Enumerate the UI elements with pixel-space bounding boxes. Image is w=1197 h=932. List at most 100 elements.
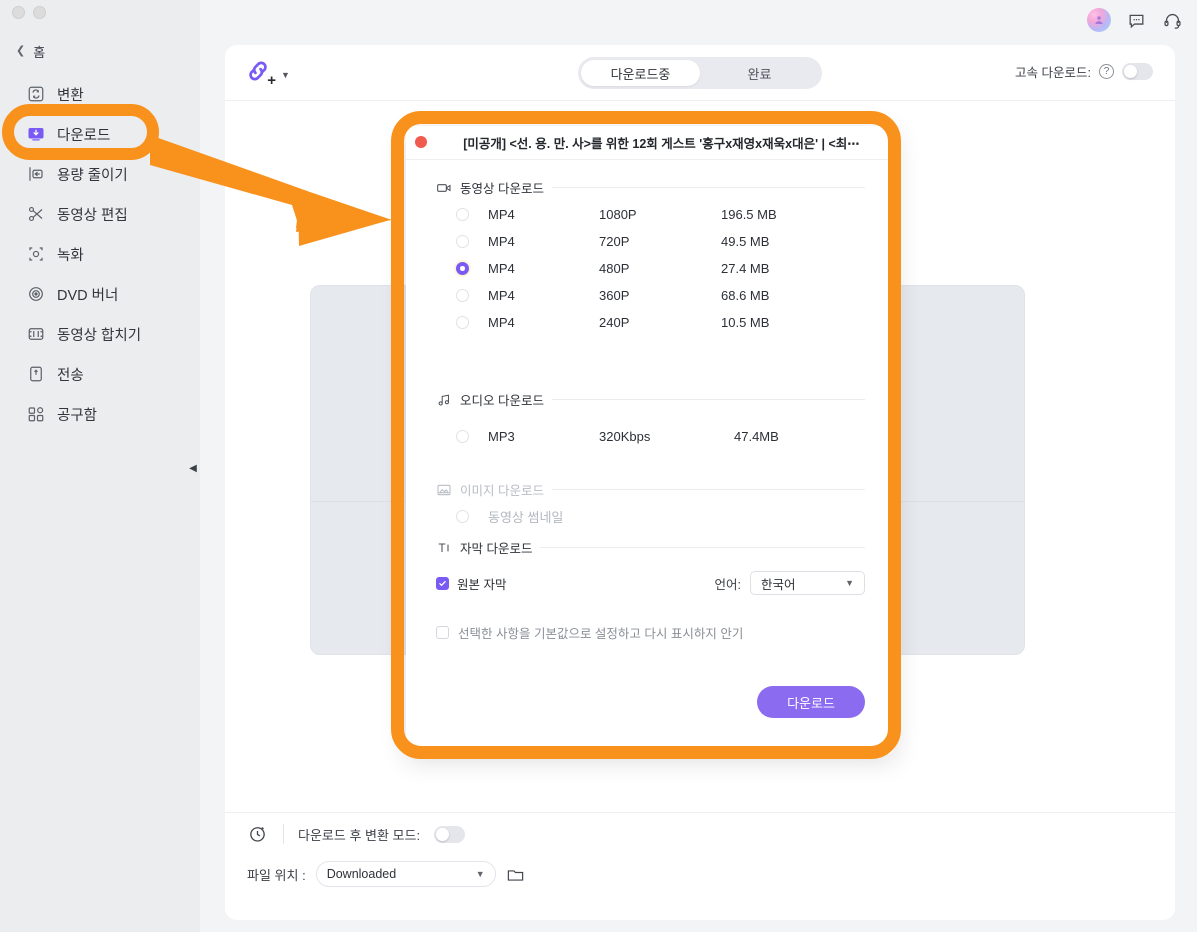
format-label: MP4	[488, 207, 515, 222]
video-section-title: 동영상 다운로드	[460, 182, 544, 196]
sidebar-item-transfer[interactable]: 전송	[0, 354, 200, 394]
convert-after-download-row: 다운로드 후 변환 모드:	[247, 823, 466, 845]
divider	[551, 187, 865, 188]
sidebar-item-label: 전송	[57, 367, 84, 384]
toolbox-icon	[26, 405, 45, 424]
avatar[interactable]	[1087, 8, 1111, 32]
main-footer: 다운로드 후 변환 모드: 파일 위치 : Downloaded ▼	[225, 812, 1175, 920]
sidebar-item-label: 공구함	[57, 407, 98, 424]
sidebar-item-download[interactable]: 다운로드	[0, 114, 200, 154]
radio-button[interactable]	[456, 316, 469, 329]
record-icon	[26, 245, 45, 264]
window-maximize-button[interactable]	[33, 6, 46, 19]
transfer-icon	[26, 365, 45, 384]
checkbox[interactable]	[436, 576, 449, 590]
question-mark-icon[interactable]: ?	[1099, 64, 1114, 79]
size-label: 47.4MB	[734, 429, 779, 444]
home-back-button[interactable]: ❮ 홈	[16, 42, 45, 61]
radio-button[interactable]	[456, 262, 469, 275]
radio-button[interactable]	[456, 208, 469, 221]
subtitle-text-icon	[436, 540, 452, 556]
chevron-down-icon: ▼	[845, 578, 854, 588]
sidebar-item-convert[interactable]: 변환	[0, 74, 200, 114]
window-controls	[12, 6, 46, 19]
sidebar-collapse-button[interactable]: ◀	[185, 455, 201, 481]
home-label: 홈	[33, 45, 46, 60]
main-header: + ▼ 다운로드중 완료 고속 다운로드: ?	[225, 45, 1175, 101]
sidebar-item-record[interactable]: 녹화	[0, 234, 200, 274]
music-note-icon	[436, 392, 452, 408]
size-label: 196.5 MB	[721, 207, 777, 222]
radio-button[interactable]	[456, 289, 469, 302]
audio-options-list: MP3 320Kbps 47.4MB	[436, 423, 865, 450]
sidebar-item-label: DVD 버너	[57, 287, 119, 304]
add-link-button[interactable]: + ▼	[244, 57, 290, 88]
compress-icon	[26, 165, 45, 184]
window-minimize-button[interactable]	[12, 6, 25, 19]
file-location-row: 파일 위치 : Downloaded ▼	[247, 861, 525, 887]
close-icon[interactable]	[415, 136, 427, 148]
convert-after-label: 다운로드 후 변환 모드:	[298, 827, 421, 843]
clock-icon[interactable]	[247, 823, 269, 845]
video-options-list: MP4 1080P 196.5 MB MP4 720P 49.5 MB MP4 …	[436, 201, 865, 336]
convert-after-toggle[interactable]	[434, 825, 466, 843]
tab-label: 완료	[747, 66, 772, 82]
app-window: ❮ 홈 변환 다운로드 용량 줄이기 동영상 편집 녹화 DVD 버너 동영상 …	[0, 0, 1197, 932]
chevron-left-icon: ❮	[16, 45, 26, 57]
sidebar-item-dvd-burner[interactable]: DVD 버너	[0, 274, 200, 314]
video-option-row[interactable]: MP4 720P 49.5 MB	[436, 228, 865, 255]
radio-button[interactable]	[456, 430, 469, 443]
language-group: 언어: 한국어 ▼	[715, 571, 865, 595]
sidebar-item-video-edit[interactable]: 동영상 편집	[0, 194, 200, 234]
set-as-default-checkbox-group[interactable]: 선택한 사항을 기본값으로 설정하고 다시 표시하지 안기	[436, 623, 865, 642]
format-label: MP4	[488, 234, 515, 249]
video-option-row[interactable]: MP4 240P 10.5 MB	[436, 309, 865, 336]
feedback-bubble-icon[interactable]	[1125, 9, 1147, 31]
sidebar-item-toolbox[interactable]: 공구함	[0, 394, 200, 434]
divider	[540, 547, 865, 548]
video-option-row[interactable]: MP4 1080P 196.5 MB	[436, 201, 865, 228]
topbar-actions	[1087, 8, 1183, 32]
image-icon	[436, 482, 452, 498]
tab-downloading[interactable]: 다운로드중	[581, 60, 700, 86]
format-label: MP4	[488, 261, 515, 276]
radio-button[interactable]	[456, 510, 469, 523]
original-subtitle-label: 원본 자막	[457, 577, 507, 592]
thumbnail-label: 동영상 썸네일	[488, 510, 564, 525]
sidebar: ❮ 홈 변환 다운로드 용량 줄이기 동영상 편집 녹화 DVD 버너 동영상 …	[0, 0, 200, 932]
sidebar-item-video-merge[interactable]: 동영상 합치기	[0, 314, 200, 354]
video-option-row[interactable]: MP4 360P 68.6 MB	[436, 282, 865, 309]
tab-completed[interactable]: 완료	[700, 60, 819, 86]
format-label: MP3	[488, 429, 515, 444]
file-location-value: Downloaded	[326, 867, 397, 881]
bitrate-label: 320Kbps	[599, 429, 651, 444]
sidebar-item-label: 녹화	[57, 247, 84, 264]
format-label: MP4	[488, 315, 515, 330]
size-label: 68.6 MB	[721, 288, 770, 303]
high-speed-toggle[interactable]	[1122, 63, 1153, 80]
add-link-icon: +	[244, 57, 276, 88]
file-location-select[interactable]: Downloaded ▼	[315, 861, 496, 887]
folder-icon[interactable]	[506, 865, 525, 884]
video-option-row-selected[interactable]: MP4 480P 27.4 MB	[436, 255, 865, 282]
image-option-row[interactable]: 동영상 썸네일	[436, 503, 865, 530]
convert-icon	[26, 85, 45, 104]
sidebar-nav: 변환 다운로드 용량 줄이기 동영상 편집 녹화 DVD 버너 동영상 합치기 …	[0, 74, 200, 434]
sidebar-item-label: 용량 줄이기	[57, 167, 128, 184]
video-camera-icon	[436, 180, 452, 196]
original-subtitle-checkbox-group[interactable]: 원본 자막	[436, 574, 506, 593]
checkbox[interactable]	[436, 626, 449, 639]
chevron-down-icon[interactable]: ▼	[281, 70, 290, 80]
resolution-label: 240P	[599, 315, 630, 330]
image-section-title: 이미지 다운로드	[460, 484, 544, 498]
audio-option-row[interactable]: MP3 320Kbps 47.4MB	[436, 423, 865, 450]
sidebar-item-compress[interactable]: 용량 줄이기	[0, 154, 200, 194]
dialog-body: 동영상 다운로드 MP4 1080P 196.5 MB MP4 720P 49.…	[406, 160, 895, 642]
support-headset-icon[interactable]	[1161, 9, 1183, 31]
language-select[interactable]: 한국어 ▼	[750, 571, 865, 595]
download-options-dialog: [미공개] <선. 용. 만. 사>를 위한 12회 게스트 '홍구x재영x재욱…	[406, 126, 895, 754]
subtitle-row: 원본 자막 언어: 한국어 ▼	[436, 571, 865, 595]
download-button[interactable]: 다운로드	[757, 686, 865, 718]
scissors-icon	[26, 205, 45, 224]
radio-button[interactable]	[456, 235, 469, 248]
